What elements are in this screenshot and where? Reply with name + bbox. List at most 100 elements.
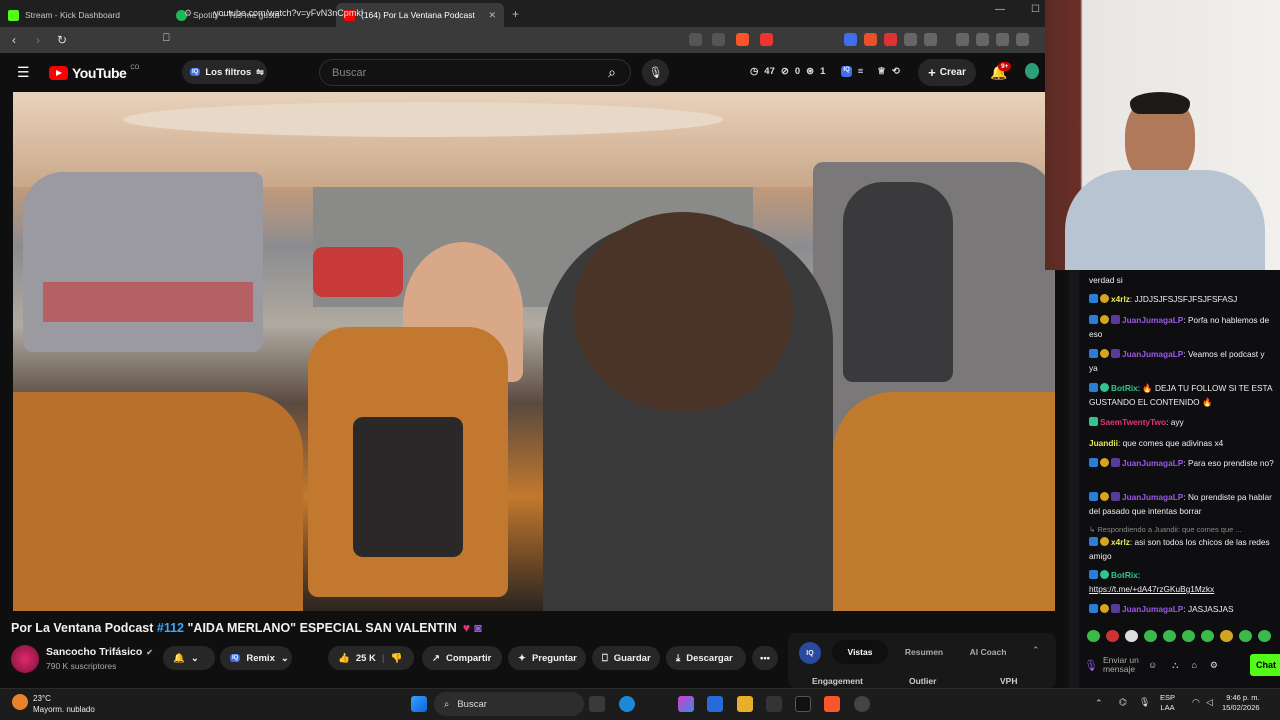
network-icon[interactable]: ⌬ — [1119, 697, 1127, 708]
puzzle-icon[interactable] — [904, 33, 917, 46]
tray-chevron-icon[interactable]: ⌃ — [1095, 698, 1103, 709]
chat-username[interactable]: BotRix — [1111, 570, 1138, 580]
windows-start-icon[interactable] — [411, 696, 427, 712]
like-icon[interactable]: 👍 — [338, 653, 350, 664]
app-icon[interactable] — [795, 696, 811, 712]
tab-resumen[interactable]: Resumen — [896, 640, 952, 664]
chat-username[interactable]: x4rlz — [1111, 537, 1130, 547]
tab-ai-coach[interactable]: AI Coach — [960, 640, 1016, 664]
channel-avatar[interactable] — [11, 645, 39, 673]
site-info-icon[interactable]: ⚙ — [184, 8, 198, 19]
minimize-icon[interactable]: — — [995, 4, 1005, 15]
chat-username[interactable]: JuanJumagaLP — [1122, 315, 1183, 325]
cast-icon[interactable] — [689, 33, 702, 46]
share-button[interactable]: ↗ Compartir — [422, 646, 502, 670]
clock[interactable]: 9:46 p. m. 15/02/2026 — [1222, 693, 1260, 713]
emote-icon[interactable] — [1182, 630, 1195, 642]
emote-icon[interactable] — [1144, 630, 1157, 642]
search-input[interactable]: Buscar — [319, 59, 631, 86]
weather-widget[interactable]: 23°C Mayorm. nublado — [33, 693, 95, 715]
maximize-icon[interactable]: ☐ — [1031, 4, 1040, 15]
emote-icon[interactable] — [1239, 630, 1252, 642]
folder-icon[interactable] — [737, 696, 753, 712]
chat-scrollbar[interactable] — [1069, 270, 1079, 690]
download-button[interactable]: ⤓ Descargar — [666, 646, 746, 670]
channel-name[interactable]: Sancocho Trifásico ✔ — [46, 646, 153, 658]
wifi-icon[interactable]: ◠ — [1192, 697, 1200, 708]
video-player[interactable] — [13, 92, 1055, 611]
more-actions-button[interactable]: ••• — [752, 646, 778, 670]
dislike-icon[interactable]: 👎 — [391, 653, 403, 664]
leo-icon[interactable] — [1016, 33, 1029, 46]
brave-rewards-icon[interactable] — [760, 33, 773, 46]
tab-vistas[interactable]: Vistas — [832, 640, 888, 664]
sync-icon[interactable]: ⟲ — [892, 66, 900, 77]
store-icon[interactable]: ⌂ — [1191, 660, 1196, 670]
emote-icon[interactable] — [1125, 630, 1138, 642]
taskbar-search[interactable]: ⌕ Buscar — [434, 692, 584, 716]
hashtag-link[interactable]: #112 — [157, 621, 184, 635]
volume-icon[interactable]: ◁ — [1206, 697, 1213, 708]
save-button[interactable]: ⎕ Guardar — [592, 646, 660, 670]
extension-icon[interactable] — [864, 33, 877, 46]
copilot-icon[interactable] — [678, 696, 694, 712]
extension-icon[interactable] — [924, 33, 937, 46]
edge-icon[interactable] — [619, 696, 635, 712]
obs-icon[interactable] — [854, 696, 870, 712]
remix-button[interactable]: IQ Remix ⌄ — [220, 646, 292, 670]
subscribe-bell-button[interactable]: 🔔 ⌄ — [163, 646, 215, 670]
sidebar-icon[interactable] — [976, 33, 989, 46]
url-field[interactable]: ⚙ youtube.com/watch?v=yFvN3nCpmkI — [160, 3, 776, 23]
brave-shield-icon[interactable] — [736, 33, 749, 46]
emote-icon[interactable] — [1258, 630, 1271, 642]
create-button[interactable]: + Crear — [918, 59, 976, 86]
emoji-icon[interactable]: ☺ — [1148, 660, 1157, 670]
emote-icon[interactable] — [1087, 630, 1100, 642]
forward-icon[interactable]: › — [28, 33, 48, 47]
weather-icon[interactable] — [12, 694, 28, 710]
store-icon[interactable] — [707, 696, 723, 712]
chat-username[interactable]: x4rlz — [1111, 294, 1130, 304]
menu-icon[interactable]: ☰ — [17, 64, 30, 81]
media-icon[interactable] — [956, 33, 969, 46]
emote-icon[interactable] — [1220, 630, 1233, 642]
share-icon[interactable] — [712, 33, 725, 46]
mic-icon[interactable]: 🎙 — [1084, 659, 1098, 672]
brave-icon[interactable] — [824, 696, 840, 712]
reload-icon[interactable]: ↻ — [52, 33, 72, 47]
mic-icon[interactable]: 🎙 — [1139, 697, 1150, 708]
language-indicator[interactable]: ESP LAA — [1160, 693, 1175, 713]
task-view-icon[interactable] — [589, 696, 605, 712]
settings-icon[interactable]: ⚙ — [1210, 660, 1218, 671]
avatar[interactable] — [1025, 63, 1039, 79]
ask-button[interactable]: ✦ Preguntar — [508, 646, 586, 670]
chat-username[interactable]: SaemTwentyTwo — [1100, 417, 1166, 427]
quick-actions-icon[interactable]: ⛬ — [1172, 660, 1178, 671]
wallet-icon[interactable] — [996, 33, 1009, 46]
trophy-icon[interactable]: ♕ — [877, 66, 886, 77]
chat-username[interactable]: Juandii — [1089, 438, 1118, 448]
extension-icon[interactable] — [884, 33, 897, 46]
search-icon[interactable]: ⌕ — [593, 59, 631, 86]
collapse-icon[interactable]: ⌃ — [1032, 645, 1040, 656]
terminal-icon[interactable] — [766, 696, 782, 712]
youtube-logo[interactable]: YouTube CO — [49, 65, 139, 81]
chat-username[interactable]: JuanJumagaLP — [1122, 349, 1183, 359]
translate-extension-icon[interactable] — [844, 33, 857, 46]
emote-icon[interactable] — [1106, 630, 1119, 642]
chat-input[interactable]: 🎙 Enviar un mensaje ☺ ⛬ ⌂ ⚙ — [1084, 650, 1249, 680]
tab-kick[interactable]: Stream - Kick Dashboard — [0, 3, 168, 27]
chat-username[interactable]: JuanJumagaLP — [1122, 458, 1183, 468]
chat-username[interactable]: JuanJumagaLP — [1122, 492, 1183, 502]
emote-icon[interactable] — [1201, 630, 1214, 642]
chat-link[interactable]: https://t.me/+dA47rzGKuBg1Mzkx — [1089, 582, 1274, 596]
back-icon[interactable]: ‹ — [4, 33, 24, 47]
mic-icon[interactable]: 🎙 — [642, 59, 669, 86]
chat-username[interactable]: JuanJumagaLP — [1122, 604, 1183, 614]
chat-send-button[interactable]: Chat — [1250, 654, 1280, 676]
emote-icon[interactable] — [1163, 630, 1176, 642]
iq-icon[interactable]: IQ — [799, 642, 821, 664]
iq-icon[interactable]: IQ — [841, 66, 852, 77]
filters-button[interactable]: IQ Los filtros ⇋ — [182, 60, 267, 84]
list-icon[interactable]: ≡ — [858, 66, 864, 77]
